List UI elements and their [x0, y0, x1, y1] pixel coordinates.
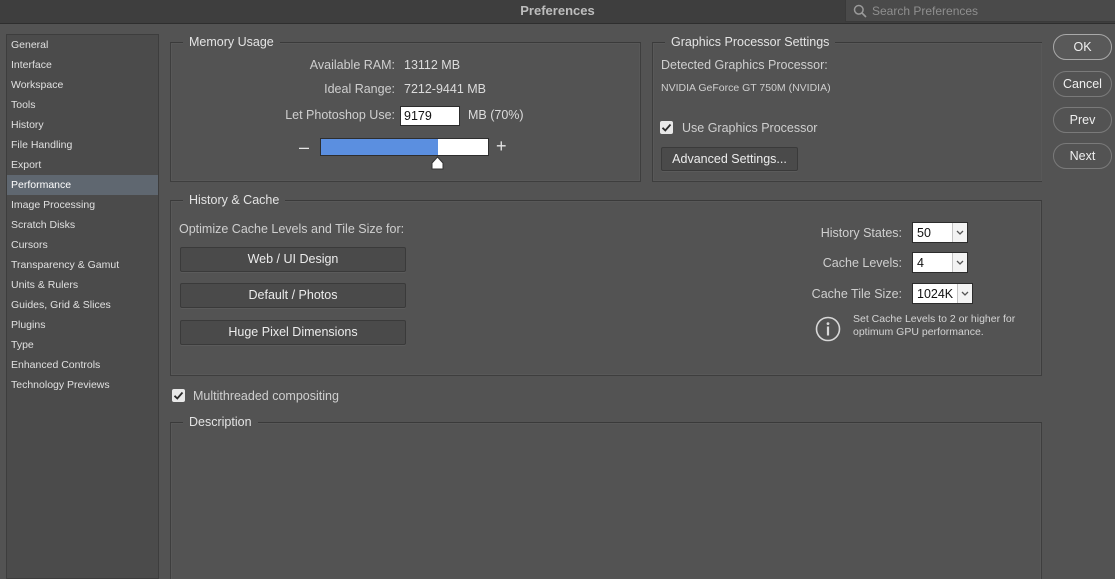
multithreaded-checkbox[interactable] [172, 389, 185, 402]
checkmark-icon [173, 391, 184, 400]
default-photos-button[interactable]: Default / Photos [180, 283, 406, 308]
memory-usage-legend: Memory Usage [183, 35, 280, 49]
use-gpu-label[interactable]: Use Graphics Processor [682, 121, 817, 135]
sidebar-item-image-processing[interactable]: Image Processing [7, 195, 158, 215]
memory-slider-track[interactable] [320, 138, 489, 156]
history-states-value: 50 [917, 226, 931, 240]
photoshop-use-label: Let Photoshop Use: [285, 108, 395, 122]
sidebar-item-units-rulers[interactable]: Units & Rulers [7, 275, 158, 295]
available-ram-value: 13112 MB [404, 58, 461, 72]
cache-levels-label: Cache Levels: [822, 256, 902, 270]
photoshop-use-input[interactable]: 9179 [400, 106, 460, 126]
cache-levels-value: 4 [917, 256, 924, 270]
sidebar-item-file-handling[interactable]: File Handling [7, 135, 158, 155]
sidebar-item-performance[interactable]: Performance [7, 175, 158, 195]
sidebar-item-interface[interactable]: Interface [7, 55, 158, 75]
info-icon [815, 316, 841, 342]
sidebar-item-workspace[interactable]: Workspace [7, 75, 158, 95]
sidebar-item-technology-previews[interactable]: Technology Previews [7, 375, 158, 395]
sidebar-item-tools[interactable]: Tools [7, 95, 158, 115]
web-ui-design-button[interactable]: Web / UI Design [180, 247, 406, 272]
checkmark-icon [661, 123, 672, 132]
sidebar-item-general[interactable]: General [7, 35, 158, 55]
cache-tile-size-label: Cache Tile Size: [811, 287, 902, 301]
use-gpu-checkbox[interactable] [660, 121, 673, 134]
prev-button[interactable]: Prev [1053, 107, 1112, 133]
sidebar-item-history[interactable]: History [7, 115, 158, 135]
sidebar: General Interface Workspace Tools Histor… [6, 34, 159, 579]
chevron-down-icon [952, 223, 967, 242]
increase-memory-button[interactable]: + [496, 137, 507, 155]
detected-gpu-label: Detected Graphics Processor: [661, 58, 828, 72]
sidebar-item-plugins[interactable]: Plugins [7, 315, 158, 335]
optimize-label: Optimize Cache Levels and Tile Size for: [179, 222, 405, 236]
search-input[interactable] [872, 2, 1102, 20]
available-ram-label: Available RAM: [309, 58, 395, 72]
gpu-settings-legend: Graphics Processor Settings [665, 35, 836, 49]
slider-thumb-icon[interactable] [430, 156, 445, 170]
detected-gpu-value: NVIDIA GeForce GT 750M (NVIDIA) [661, 82, 831, 94]
multithreaded-label[interactable]: Multithreaded compositing [193, 389, 339, 403]
sidebar-item-enhanced-controls[interactable]: Enhanced Controls [7, 355, 158, 375]
sidebar-item-export[interactable]: Export [7, 155, 158, 175]
title-bar: Preferences [0, 0, 1115, 24]
decrease-memory-button[interactable]: – [299, 138, 309, 156]
chevron-down-icon [957, 284, 972, 303]
sidebar-item-guides-grid-slices[interactable]: Guides, Grid & Slices [7, 295, 158, 315]
description-group [170, 422, 1042, 579]
memory-slider-fill [321, 139, 438, 155]
sidebar-item-scratch-disks[interactable]: Scratch Disks [7, 215, 158, 235]
sidebar-item-transparency-gamut[interactable]: Transparency & Gamut [7, 255, 158, 275]
ideal-range-value: 7212-9441 MB [404, 82, 487, 96]
history-states-select[interactable]: 50 [912, 222, 968, 243]
cache-tile-size-value: 1024K [917, 287, 954, 301]
cache-info-text: Set Cache Levels to 2 or higher for opti… [853, 313, 1016, 338]
description-legend: Description [183, 415, 258, 429]
ok-button[interactable]: OK [1053, 34, 1112, 60]
search-icon [853, 4, 867, 18]
history-states-label: History States: [820, 226, 902, 240]
search-box[interactable] [845, 0, 1115, 22]
sidebar-item-type[interactable]: Type [7, 335, 158, 355]
history-cache-legend: History & Cache [183, 193, 286, 207]
ideal-range-label: Ideal Range: [324, 82, 395, 96]
photoshop-use-suffix: MB (70%) [468, 108, 524, 122]
advanced-settings-button[interactable]: Advanced Settings... [661, 147, 798, 171]
next-button[interactable]: Next [1053, 143, 1112, 169]
chevron-down-icon [952, 253, 967, 272]
huge-pixel-dimensions-button[interactable]: Huge Pixel Dimensions [180, 320, 406, 345]
sidebar-item-cursors[interactable]: Cursors [7, 235, 158, 255]
cache-levels-select[interactable]: 4 [912, 252, 968, 273]
cancel-button[interactable]: Cancel [1053, 71, 1112, 97]
cache-tile-size-select[interactable]: 1024K [912, 283, 973, 304]
